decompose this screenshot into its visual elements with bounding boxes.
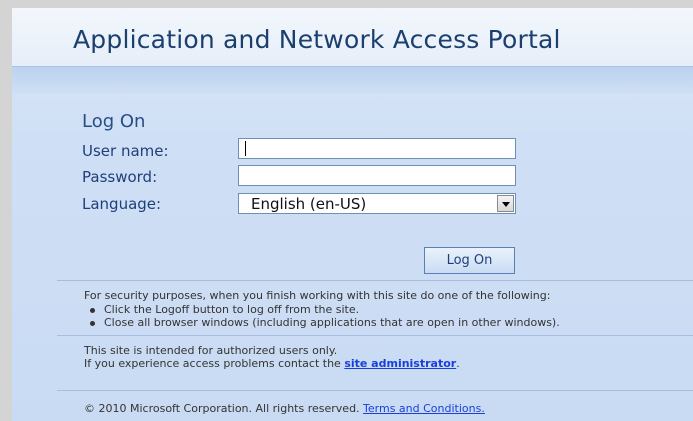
language-selected-value: English (en-US)	[251, 195, 367, 213]
access-problems-end: .	[456, 357, 460, 370]
password-label: Password:	[82, 168, 158, 186]
authorized-users-notice: This site is intended for authorized use…	[84, 344, 338, 357]
copyright-text: © 2010 Microsoft Corporation. All rights…	[84, 402, 364, 415]
footer: © 2010 Microsoft Corporation. All rights…	[84, 402, 485, 415]
logon-heading: Log On	[82, 111, 146, 132]
language-select[interactable]: English (en-US)	[238, 193, 516, 214]
divider	[57, 280, 693, 281]
password-input[interactable]	[238, 165, 516, 186]
portal-page: Application and Network Access Portal Lo…	[12, 8, 693, 421]
text-caret	[245, 141, 246, 156]
bullet-icon	[90, 308, 95, 313]
terms-link[interactable]: Terms and Conditions.	[363, 402, 485, 415]
divider	[57, 335, 693, 336]
site-administrator-link[interactable]: site administrator	[344, 357, 456, 370]
header-bar	[12, 66, 693, 94]
username-input[interactable]	[238, 138, 516, 159]
language-label: Language:	[82, 195, 162, 213]
chevron-down-icon[interactable]	[497, 195, 514, 212]
header: Application and Network Access Portal	[12, 8, 693, 66]
divider	[57, 390, 693, 391]
page-title: Application and Network Access Portal	[73, 25, 561, 54]
bullet-icon	[90, 321, 95, 326]
username-label: User name:	[82, 142, 169, 160]
logon-button[interactable]: Log On	[424, 247, 515, 274]
security-intro: For security purposes, when you finish w…	[84, 289, 551, 302]
security-item: Close all browser windows (including app…	[104, 316, 560, 329]
access-problems-text: If you experience access problems contac…	[84, 357, 345, 370]
security-item: Click the Logoff button to log off from …	[104, 303, 360, 316]
access-problems-notice: If you experience access problems contac…	[84, 357, 460, 370]
